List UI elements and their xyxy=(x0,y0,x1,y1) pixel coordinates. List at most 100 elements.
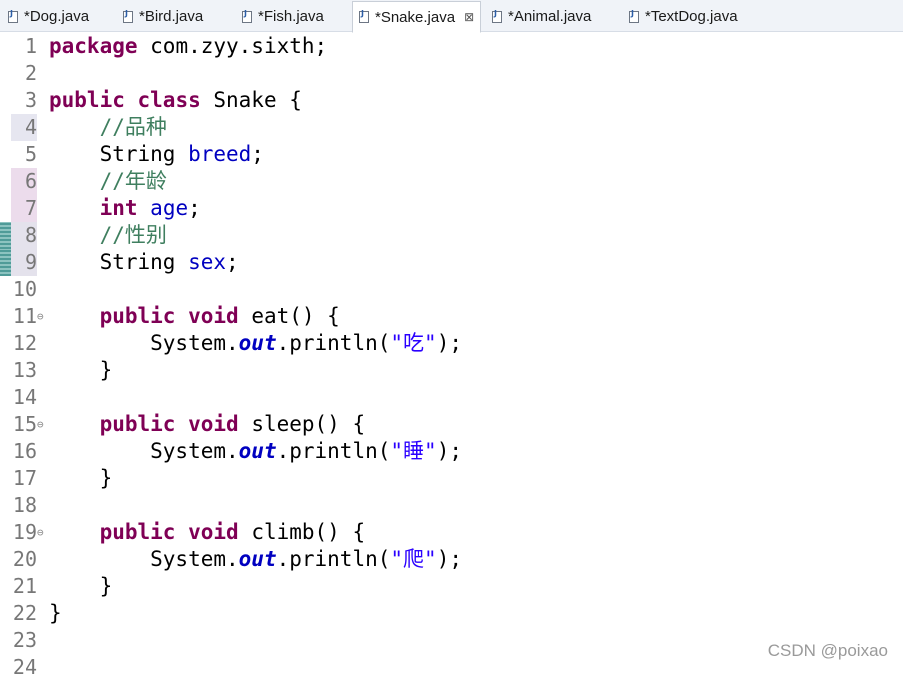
line-number: 6 xyxy=(24,169,37,193)
code-line[interactable]: 11 ⊖ public void eat() { xyxy=(0,303,903,330)
line-number: 8 xyxy=(24,223,37,247)
line-number: 10 xyxy=(12,277,37,301)
line-number: 12 xyxy=(12,331,37,355)
code-text: System.out.println("吃"); xyxy=(49,330,462,357)
code-line[interactable]: 13 } xyxy=(0,357,903,384)
line-number: 18 xyxy=(12,493,37,517)
code-line[interactable]: 21 } xyxy=(0,573,903,600)
tab-snakejava[interactable]: *Snake.java ⊠ xyxy=(352,1,482,33)
code-line[interactable]: 15 ⊖ public void sleep() { xyxy=(0,411,903,438)
code-token: public xyxy=(99,520,176,544)
code-line[interactable]: 10 xyxy=(0,276,903,303)
fold-toggle-icon[interactable]: ⊖ xyxy=(37,411,44,438)
code-token: .println( xyxy=(276,547,391,571)
tab-label: *Fish.java xyxy=(258,8,324,25)
code-token: public xyxy=(99,304,176,328)
code-token: ; xyxy=(251,142,264,166)
line-number: 22 xyxy=(12,601,37,625)
code-text: String breed; xyxy=(49,141,264,168)
code-line[interactable]: 22} xyxy=(0,600,903,627)
code-token: Snake { xyxy=(200,88,302,112)
code-text: public void sleep() { xyxy=(49,411,366,438)
line-number: 13 xyxy=(12,358,37,382)
code-text: public class Snake { xyxy=(49,87,302,114)
code-text: int age; xyxy=(49,195,201,222)
code-token: com.zyy.sixth; xyxy=(137,34,328,58)
code-line[interactable]: 5 String breed; xyxy=(0,141,903,168)
code-line[interactable]: 19 ⊖ public void climb() { xyxy=(0,519,903,546)
line-number: 11 xyxy=(12,304,37,328)
code-line[interactable]: 6 //年龄 xyxy=(0,168,903,195)
java-file-icon xyxy=(359,9,369,23)
line-number: 23 xyxy=(12,628,37,652)
line-number: 15 xyxy=(12,412,37,436)
code-line[interactable]: 2 xyxy=(0,60,903,87)
line-number: 3 xyxy=(24,88,37,112)
code-token: .println( xyxy=(276,331,391,355)
tab-dogjava[interactable]: *Dog.java xyxy=(8,2,89,31)
fold-toggle-icon[interactable]: ⊖ xyxy=(37,519,44,546)
code-token: } xyxy=(49,466,113,490)
code-token: .println( xyxy=(276,439,391,463)
code-token: ; xyxy=(226,250,239,274)
code-text: //品种 xyxy=(49,114,167,141)
code-token: } xyxy=(49,601,62,625)
code-line[interactable]: 7 int age; xyxy=(0,195,903,222)
code-line[interactable]: 16 System.out.println("睡"); xyxy=(0,438,903,465)
code-text: System.out.println("睡"); xyxy=(49,438,462,465)
code-line[interactable]: 9 String sex; xyxy=(0,249,903,276)
tab-fishjava[interactable]: *Fish.java xyxy=(242,2,324,31)
code-line[interactable]: 18 xyxy=(0,492,903,519)
code-token: } xyxy=(49,358,113,382)
tab-animaljava[interactable]: *Animal.java xyxy=(492,2,591,31)
code-text: //性别 xyxy=(49,222,167,249)
code-token: ); xyxy=(436,547,462,571)
code-line[interactable]: 4 //品种 xyxy=(0,114,903,141)
editor-tab-bar: *Dog.java *Bird.java *Fish.java *Snake.java… xyxy=(0,0,903,33)
code-token: "吃" xyxy=(390,331,437,355)
code-line[interactable]: 20 System.out.println("爬"); xyxy=(0,546,903,573)
code-token: sleep() { xyxy=(238,412,366,436)
code-line[interactable]: 3 public class Snake { xyxy=(0,87,903,114)
tab-label: *Animal.java xyxy=(508,8,592,25)
tab-label: *TextDog.java xyxy=(645,8,738,25)
code-line[interactable]: 12 System.out.println("吃"); xyxy=(0,330,903,357)
line-number: 14 xyxy=(12,385,37,409)
code-editor[interactable]: 1 package com.zyy.sixth; 2 3 public class Sn… xyxy=(0,32,903,679)
line-number: 1 xyxy=(24,34,37,58)
close-tab-icon[interactable]: ⊠ xyxy=(464,10,474,24)
code-token: climb() { xyxy=(238,520,366,544)
code-text: public void climb() { xyxy=(49,519,366,546)
code-line[interactable]: 14 xyxy=(0,384,903,411)
line-number: 4 xyxy=(24,115,37,139)
code-token: //品种 xyxy=(99,115,167,139)
fold-toggle-icon[interactable]: ⊖ xyxy=(37,303,44,330)
code-line[interactable]: 8 //性别 xyxy=(0,222,903,249)
tab-birdjava[interactable]: *Bird.java xyxy=(123,2,203,31)
tab-textdogjava[interactable]: *TextDog.java xyxy=(629,2,738,31)
code-token: eat() { xyxy=(238,304,340,328)
java-file-icon xyxy=(242,9,252,23)
line-number: 2 xyxy=(24,61,37,85)
code-token: package xyxy=(49,34,138,58)
change-marker xyxy=(0,222,11,249)
code-line[interactable]: 17 } xyxy=(0,465,903,492)
code-text: package com.zyy.sixth; xyxy=(49,33,327,60)
line-number: 5 xyxy=(24,142,37,166)
code-token: "爬" xyxy=(390,547,437,571)
line-number: 19 xyxy=(12,520,37,544)
code-line[interactable]: 1 package com.zyy.sixth; xyxy=(0,33,903,60)
code-token: ); xyxy=(436,439,462,463)
code-token: class xyxy=(137,88,201,112)
watermark: CSDN @poixao xyxy=(767,641,888,660)
code-text: } xyxy=(49,465,113,492)
line-number: 24 xyxy=(12,655,37,679)
